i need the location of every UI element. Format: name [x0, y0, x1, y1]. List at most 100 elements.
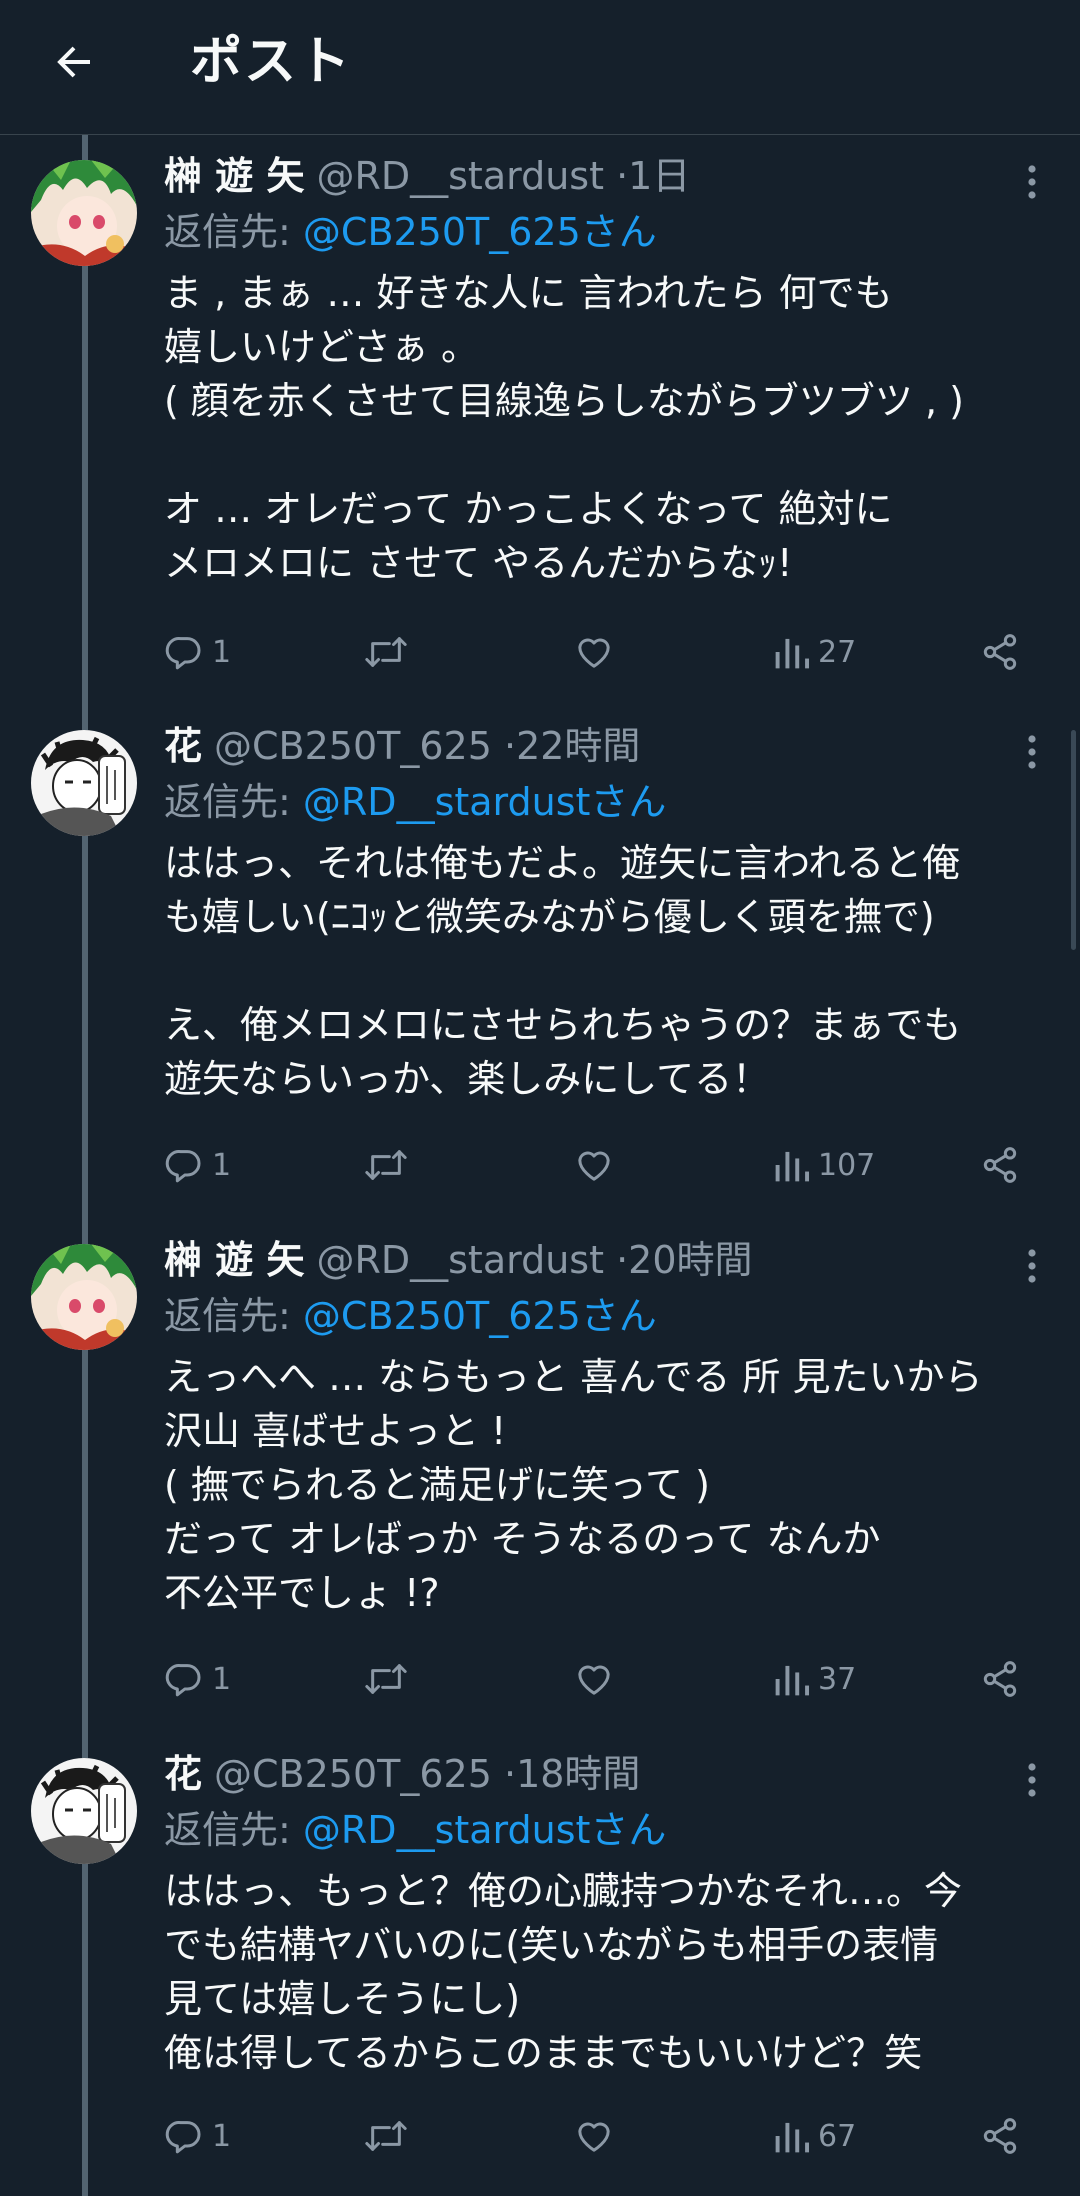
reply-count: 1: [212, 2118, 232, 2154]
reply-icon: [165, 637, 201, 670]
more-button[interactable]: [1010, 1758, 1054, 1802]
heart-icon: [578, 2122, 610, 2152]
reply-to-link[interactable]: @CB250T_625さん: [303, 1294, 657, 1338]
arrow-left-icon: [57, 46, 90, 78]
share-icon: [983, 634, 1017, 670]
reply-to: 返信先: @RD__stardustさん: [164, 1806, 1060, 1854]
reply-to: 返信先: @CB250T_625さん: [164, 1292, 1060, 1340]
reply-to-link[interactable]: @RD__stardustさん: [303, 1808, 667, 1852]
like-button[interactable]: [574, 622, 614, 682]
reply-to: 返信先: @RD__stardustさん: [164, 778, 1060, 826]
views-icon: [775, 1151, 810, 1182]
post-text: ま , まぁ … 好きな人に 言われたら 何でも 嬉しいけどさぁ 。 ( 顔を赤…: [164, 271, 964, 585]
view-count: 107: [818, 1147, 876, 1183]
reply-to-link[interactable]: @CB250T_625さん: [303, 210, 657, 254]
reply-button[interactable]: 1: [164, 1135, 231, 1195]
heart-icon: [578, 638, 610, 668]
heart-icon: [578, 1665, 610, 1695]
avatar[interactable]: [31, 730, 137, 836]
reply-to-link[interactable]: @RD__stardustさん: [303, 780, 667, 824]
views-icon: [775, 2122, 810, 2153]
reply-button[interactable]: 1: [164, 2106, 231, 2166]
more-vertical-icon: [1028, 1249, 1036, 1283]
author-handle[interactable]: @RD__stardust: [316, 1238, 604, 1282]
post-text: ははっ、それは俺もだよ。遊矢に言われると俺 も嬉しい(ﾆｺｯと微笑みながら優しく…: [164, 841, 962, 1101]
top-bar: ポスト: [0, 0, 1080, 135]
retweet-icon: [365, 637, 407, 667]
view-count: 67: [818, 2118, 857, 2154]
more-button[interactable]: [1010, 1244, 1054, 1288]
views-button[interactable]: 37: [774, 1649, 856, 1709]
thread-line: [82, 135, 88, 2196]
share-button[interactable]: [980, 1649, 1020, 1709]
more-vertical-icon: [1028, 1763, 1036, 1797]
views-icon: [775, 638, 810, 669]
views-button[interactable]: 27: [774, 622, 856, 682]
views-icon: [775, 1665, 810, 1696]
retweet-icon: [365, 1150, 407, 1180]
view-count: 27: [818, 634, 857, 670]
back-button[interactable]: [44, 32, 104, 92]
reply-count: 1: [212, 634, 232, 670]
separator-dot: ·: [616, 154, 629, 198]
more-button[interactable]: [1010, 160, 1054, 204]
share-button[interactable]: [980, 1135, 1020, 1195]
like-button[interactable]: [574, 1649, 614, 1709]
share-icon: [983, 2118, 1017, 2154]
avatar[interactable]: [31, 160, 137, 266]
action-bar: 1 37: [164, 1649, 1044, 1709]
author-handle[interactable]: @RD__stardust: [316, 154, 604, 198]
reply-count: 1: [212, 1147, 232, 1183]
post-time[interactable]: 18時間: [516, 1752, 640, 1796]
author-name[interactable]: 花: [164, 724, 202, 768]
views-button[interactable]: 107: [774, 1135, 875, 1195]
action-bar: 1 107: [164, 1135, 1044, 1195]
post-text: ははっ、もっと？俺の心臓持つかなそれ…。今 でも結構ヤバいのに(笑いながらも相手…: [164, 1869, 963, 2075]
reply-to: 返信先: @CB250T_625さん: [164, 208, 1060, 256]
post-time[interactable]: 20時間: [628, 1238, 752, 1282]
scrollbar-thumb[interactable]: [1071, 730, 1076, 950]
post-time[interactable]: 1日: [628, 154, 690, 198]
reply-button[interactable]: 1: [164, 622, 231, 682]
separator-dot: ·: [616, 1238, 629, 1282]
post-time[interactable]: 22時間: [516, 724, 640, 768]
reply-icon: [165, 2121, 201, 2154]
action-bar: 1 27: [164, 622, 1044, 682]
retweet-button[interactable]: [364, 622, 408, 682]
reply-button[interactable]: 1: [164, 1649, 231, 1709]
post-text: えっへへ … ならもっと 喜んでる 所 見たいから 沢山 喜ばせよっと ! ( …: [164, 1355, 983, 1615]
reply-icon: [165, 1664, 201, 1697]
page-title: ポスト: [190, 32, 353, 92]
action-bar: 1 67: [164, 2106, 1044, 2166]
more-button[interactable]: [1010, 730, 1054, 774]
like-button[interactable]: [574, 2106, 614, 2166]
views-button[interactable]: 67: [774, 2106, 856, 2166]
share-icon: [983, 1147, 1017, 1183]
avatar[interactable]: [31, 1758, 137, 1864]
retweet-icon: [365, 1664, 407, 1694]
more-vertical-icon: [1028, 165, 1036, 199]
retweet-button[interactable]: [364, 2106, 408, 2166]
reply-label: 返信先:: [164, 1294, 291, 1338]
author-name[interactable]: 花: [164, 1752, 202, 1796]
more-vertical-icon: [1028, 735, 1036, 769]
author-name[interactable]: 榊 遊 矢: [164, 154, 304, 198]
retweet-button[interactable]: [364, 1649, 408, 1709]
author-handle[interactable]: @CB250T_625: [214, 1752, 492, 1796]
view-count: 37: [818, 1661, 857, 1697]
share-button[interactable]: [980, 622, 1020, 682]
reply-icon: [165, 1150, 201, 1183]
like-button[interactable]: [574, 1135, 614, 1195]
reply-count: 1: [212, 1661, 232, 1697]
author-handle[interactable]: @CB250T_625: [214, 724, 492, 768]
reply-label: 返信先:: [164, 210, 291, 254]
reply-label: 返信先:: [164, 1808, 291, 1852]
retweet-icon: [365, 2121, 407, 2151]
separator-dot: ·: [503, 724, 517, 768]
reply-label: 返信先:: [164, 780, 291, 824]
share-icon: [983, 1661, 1017, 1697]
share-button[interactable]: [980, 2106, 1020, 2166]
author-name[interactable]: 榊 遊 矢: [164, 1238, 304, 1282]
retweet-button[interactable]: [364, 1135, 408, 1195]
avatar[interactable]: [31, 1244, 137, 1350]
